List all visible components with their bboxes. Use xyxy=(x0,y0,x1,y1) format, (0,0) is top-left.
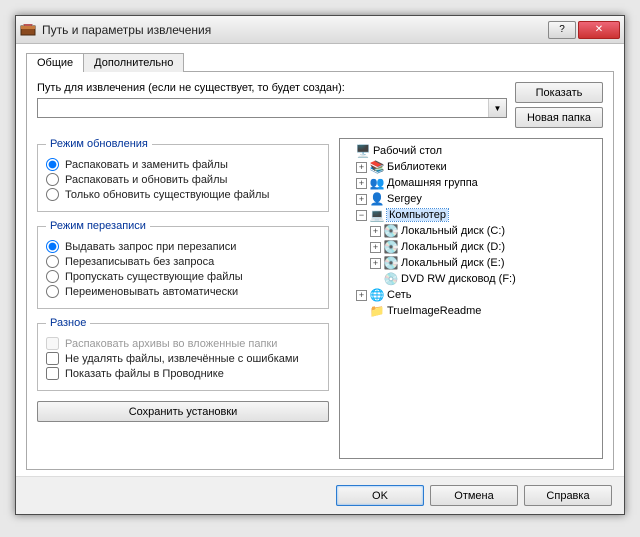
collapse-icon[interactable]: − xyxy=(356,210,367,221)
tab-strip: Общие Дополнительно xyxy=(26,53,614,72)
update-mode-extract-replace[interactable]: Распаковать и заменить файлы xyxy=(46,158,320,171)
expand-icon[interactable]: + xyxy=(356,194,367,205)
tab-panel-general: Путь для извлечения (если не существует,… xyxy=(26,71,614,470)
radio-overwrite-skip[interactable] xyxy=(46,270,59,283)
new-folder-button[interactable]: Новая папка xyxy=(515,107,603,128)
overwrite-silent[interactable]: Перезаписывать без запроса xyxy=(46,255,320,268)
tree-dvd[interactable]: DVD RW дисковод (F:) xyxy=(401,273,516,285)
titlebar: Путь и параметры извлечения ? ✕ xyxy=(16,16,624,44)
tree-libraries[interactable]: Библиотеки xyxy=(387,161,447,173)
misc-keep-broken[interactable]: Не удалять файлы, извлечённые с ошибками xyxy=(46,352,320,365)
user-icon: 👤 xyxy=(369,191,385,207)
radio-overwrite-silent[interactable] xyxy=(46,255,59,268)
tree-twist-icon xyxy=(356,306,367,317)
overwrite-rename[interactable]: Переименовывать автоматически xyxy=(46,285,320,298)
save-settings-button[interactable]: Сохранить установки xyxy=(37,401,329,422)
radio-freshen[interactable] xyxy=(46,188,59,201)
overwrite-skip[interactable]: Пропускать существующие файлы xyxy=(46,270,320,283)
disk-icon: 💽 xyxy=(383,255,399,271)
expand-icon[interactable]: + xyxy=(356,290,367,301)
expand-icon[interactable]: + xyxy=(356,162,367,173)
chevron-down-icon[interactable]: ▼ xyxy=(488,99,506,117)
disk-icon: 💽 xyxy=(383,239,399,255)
close-button[interactable]: ✕ xyxy=(578,21,620,39)
ok-button[interactable]: OK xyxy=(336,485,424,506)
path-combobox[interactable]: ▼ xyxy=(37,98,507,118)
dialog-body: Общие Дополнительно Путь для извлечения … xyxy=(16,44,624,476)
radio-overwrite-rename[interactable] xyxy=(46,285,59,298)
expand-icon[interactable]: + xyxy=(370,226,381,237)
update-mode-group: Режим обновления Распаковать и заменить … xyxy=(37,138,329,212)
overwrite-ask[interactable]: Выдавать запрос при перезаписи xyxy=(46,240,320,253)
tree-disk-d[interactable]: Локальный диск (D:) xyxy=(401,241,505,253)
expand-icon[interactable]: + xyxy=(370,258,381,269)
dvd-icon: 💿 xyxy=(383,271,399,287)
misc-show-explorer[interactable]: Показать файлы в Проводнике xyxy=(46,367,320,380)
show-button[interactable]: Показать xyxy=(515,82,603,103)
update-mode-freshen[interactable]: Только обновить существующие файлы xyxy=(46,188,320,201)
dialog-window: Путь и параметры извлечения ? ✕ Общие До… xyxy=(15,15,625,515)
desktop-icon: 🖥️ xyxy=(355,143,371,159)
folder-icon: 📁 xyxy=(369,303,385,319)
misc-group: Разное Распаковать архивы во вложенные п… xyxy=(37,317,329,391)
path-label: Путь для извлечения (если не существует,… xyxy=(37,82,507,94)
homegroup-icon: 👥 xyxy=(369,175,385,191)
folder-tree[interactable]: 🖥️ Рабочий стол + 📚 Библиотеки + 👥 Домаш… xyxy=(339,138,603,459)
cancel-button[interactable]: Отмена xyxy=(430,485,518,506)
update-mode-legend: Режим обновления xyxy=(46,138,152,150)
misc-extract-subfolders: Распаковать архивы во вложенные папки xyxy=(46,337,320,350)
winrar-icon xyxy=(20,22,36,38)
tree-twist-icon xyxy=(370,274,381,285)
tab-advanced[interactable]: Дополнительно xyxy=(83,53,184,72)
close-icon: ✕ xyxy=(595,24,603,35)
tree-desktop[interactable]: Рабочий стол xyxy=(373,145,442,157)
help-button[interactable]: Справка xyxy=(524,485,612,506)
tree-disk-c[interactable]: Локальный диск (C:) xyxy=(401,225,505,237)
overwrite-mode-legend: Режим перезаписи xyxy=(46,220,150,232)
tree-readme[interactable]: TrueImageReadme xyxy=(387,305,481,317)
radio-extract-replace[interactable] xyxy=(46,158,59,171)
tree-homegroup[interactable]: Домашняя группа xyxy=(387,177,478,189)
dialog-footer: OK Отмена Справка xyxy=(16,476,624,514)
update-mode-extract-update[interactable]: Распаковать и обновить файлы xyxy=(46,173,320,186)
radio-extract-update[interactable] xyxy=(46,173,59,186)
window-title: Путь и параметры извлечения xyxy=(42,23,548,37)
radio-overwrite-ask[interactable] xyxy=(46,240,59,253)
help-icon: ? xyxy=(559,24,565,35)
network-icon: 🌐 xyxy=(369,287,385,303)
expand-icon[interactable]: + xyxy=(370,242,381,253)
checkbox-keep-broken[interactable] xyxy=(46,352,59,365)
tree-user[interactable]: Sergey xyxy=(387,193,422,205)
expand-icon[interactable]: + xyxy=(356,178,367,189)
path-input[interactable] xyxy=(38,99,488,117)
misc-legend: Разное xyxy=(46,317,90,329)
tab-general[interactable]: Общие xyxy=(26,53,84,72)
overwrite-mode-group: Режим перезаписи Выдавать запрос при пер… xyxy=(37,220,329,309)
disk-icon: 💽 xyxy=(383,223,399,239)
tree-disk-e[interactable]: Локальный диск (E:) xyxy=(401,257,505,269)
help-button-titlebar[interactable]: ? xyxy=(548,21,576,39)
tree-computer[interactable]: Компьютер xyxy=(387,209,448,221)
checkbox-subfolders xyxy=(46,337,59,350)
tree-network[interactable]: Сеть xyxy=(387,289,411,301)
libraries-icon: 📚 xyxy=(369,159,385,175)
checkbox-show-explorer[interactable] xyxy=(46,367,59,380)
computer-icon: 💻 xyxy=(369,207,385,223)
tree-twist-icon xyxy=(342,146,353,157)
